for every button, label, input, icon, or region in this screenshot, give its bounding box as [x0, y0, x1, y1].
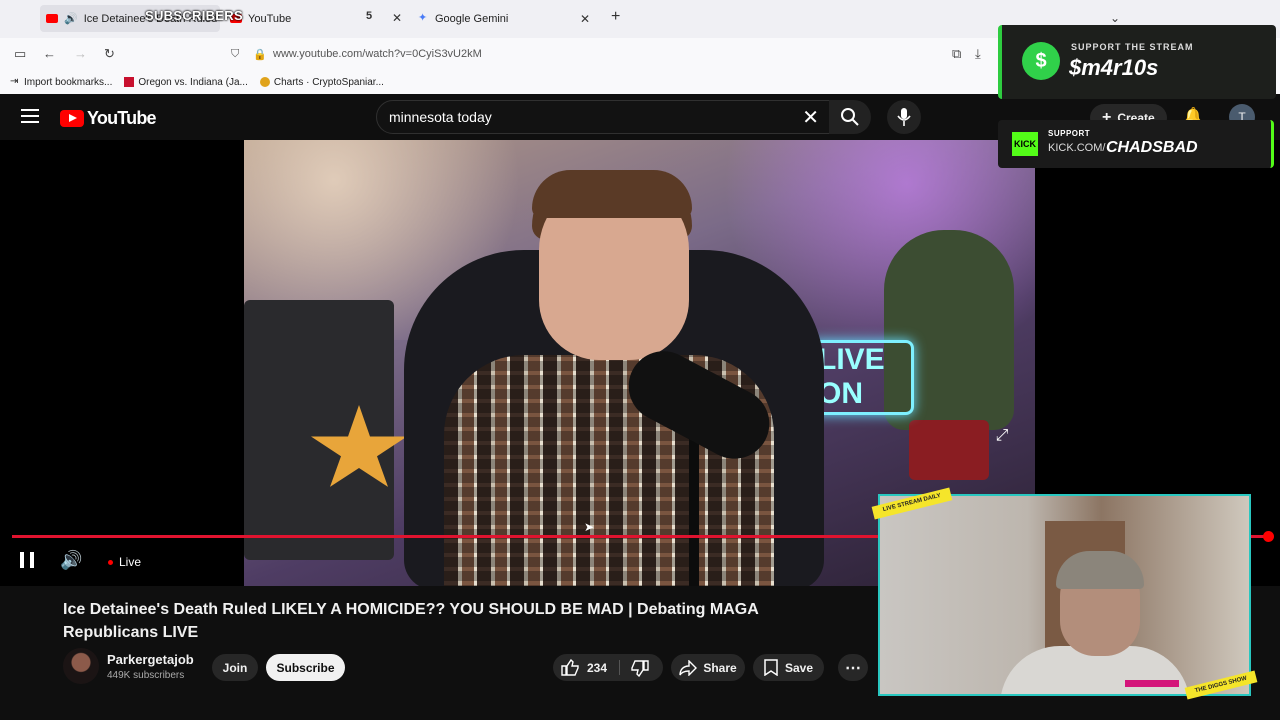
save-button[interactable]: Save [753, 654, 824, 681]
channel-name[interactable]: Parkergetajob [107, 652, 194, 667]
sidebar-icon[interactable]: ▭ [14, 46, 26, 62]
volume-icon[interactable]: 🔊 [60, 550, 82, 571]
dollar-coin-icon: $ [1022, 42, 1060, 80]
more-actions-button[interactable]: ⋯ [838, 654, 868, 681]
search-query: minnesota today [389, 109, 492, 125]
bookmark-label: Import bookmarks... [24, 76, 113, 88]
gemini-favicon-icon: ✦ [418, 12, 428, 24]
more-icon: ⋯ [845, 659, 861, 677]
lock-icon: 🔒 [253, 48, 267, 61]
webcam-person-cap [1056, 551, 1144, 589]
webcam-accent-bar [1125, 680, 1179, 687]
kick-overlay: KICK SUPPORT KICK.COM/ CHADSBAD [998, 120, 1274, 168]
progress-scrubber[interactable] [1263, 531, 1274, 542]
menu-icon[interactable] [21, 109, 39, 123]
tab-gemini[interactable]: ✦ Google Gemini ✕ [418, 5, 598, 32]
support-label: SUPPORT THE STREAM [1071, 42, 1194, 52]
join-button[interactable]: Join [212, 654, 258, 681]
neon-live-sign: LIVE ON [809, 340, 914, 415]
picture-in-picture-icon[interactable]: ⧉ [952, 46, 961, 62]
tiktok-prop [244, 300, 394, 560]
back-icon[interactable]: ← [43, 46, 56, 61]
kick-support-label: SUPPORT [1048, 129, 1091, 138]
kick-url-name: CHADSBAD [1106, 139, 1198, 156]
close-tab-icon[interactable]: ✕ [580, 12, 590, 26]
live-label: Live [119, 555, 142, 569]
shield-icon: ⛉ [231, 47, 240, 60]
channel-avatar[interactable] [63, 648, 99, 684]
mouse-cursor-icon: ➤ [584, 520, 595, 534]
tab-count-badge: 5 [366, 10, 373, 22]
youtube-favicon-icon [46, 14, 58, 23]
forward-icon[interactable]: → [74, 46, 87, 61]
share-button[interactable]: Share [671, 654, 745, 681]
search-input[interactable]: minnesota today ✕ [376, 100, 830, 134]
live-dot-icon [108, 559, 113, 565]
kick-logo-icon: KICK [1012, 132, 1038, 156]
kick-url-prefix: KICK.COM/ [1048, 142, 1106, 154]
like-count: 234 [587, 660, 608, 675]
tab-title: Google Gemini [435, 12, 509, 25]
streamer-hair-top [532, 170, 692, 218]
bookmark-item[interactable]: Oregon vs. Indiana (Ja... [124, 77, 248, 88]
thumbs-up-icon [561, 659, 579, 676]
dislike-button[interactable] [631, 660, 649, 682]
voice-search-button[interactable] [887, 100, 921, 134]
tab-youtube[interactable]: YouTube [230, 5, 380, 32]
video-title: Ice Detainee's Death Ruled LIKELY A HOMI… [63, 601, 759, 641]
speaker-icon: 🔊 [64, 13, 78, 25]
chart-icon [259, 77, 270, 87]
download-icon[interactable]: ⤓ [975, 46, 981, 62]
pause-button[interactable] [20, 552, 34, 568]
new-tab-icon[interactable]: + [611, 8, 620, 26]
close-tab-icon[interactable]: ✕ [392, 11, 402, 25]
import-icon: ⇥ [10, 76, 19, 87]
reload-icon[interactable]: ↻ [104, 46, 115, 62]
microphone-icon [897, 108, 911, 126]
live-badge[interactable]: Live [108, 555, 141, 569]
subscriber-count: 449K subscribers [107, 670, 185, 681]
bookmark-item[interactable]: ⇥ Import bookmarks... [10, 77, 112, 88]
expand-icon[interactable]: ⤢ [990, 426, 1014, 446]
tab-title: YouTube [248, 12, 292, 25]
share-icon [679, 659, 698, 676]
search-icon [841, 108, 859, 126]
subscribers-overlay: SUBSCRIBERS [145, 8, 243, 23]
like-button[interactable]: 234 [561, 659, 607, 676]
bookmark-label: Charts · CryptoSpaniar... [273, 76, 384, 88]
logo-text: YouTube [87, 108, 157, 128]
bookmark-item[interactable]: Charts · CryptoSpaniar... [259, 76, 384, 88]
bookmark-icon [764, 659, 778, 676]
support-stream-overlay: $ SUPPORT THE STREAM $m4r10s [998, 25, 1276, 99]
mic-arm [689, 430, 699, 586]
save-label: Save [784, 660, 814, 675]
youtube-play-icon [60, 110, 84, 127]
address-bar[interactable]: ⛉ 🔒 www.youtube.com/watch?v=0CyiS3vU2kM [225, 42, 995, 66]
plant-pot [909, 420, 989, 480]
subscribe-button[interactable]: Subscribe [266, 654, 345, 681]
chevron-down-icon[interactable]: ⌄ [1110, 11, 1120, 25]
like-dislike-group: 234 [553, 654, 663, 681]
bookmark-label: Oregon vs. Indiana (Ja... [138, 76, 248, 88]
clear-search-icon[interactable]: ✕ [802, 105, 819, 130]
search-button[interactable] [829, 100, 871, 134]
espn-icon [124, 77, 135, 87]
streamer-webcam [878, 494, 1251, 696]
youtube-logo[interactable]: YouTube [60, 108, 157, 129]
cashtag: $m4r10s [1069, 55, 1159, 80]
url-text: www.youtube.com/watch?v=0CyiS3vU2kM [273, 48, 482, 60]
share-label: Share [703, 660, 737, 675]
divider [619, 660, 620, 675]
thumbs-down-icon [631, 660, 649, 678]
